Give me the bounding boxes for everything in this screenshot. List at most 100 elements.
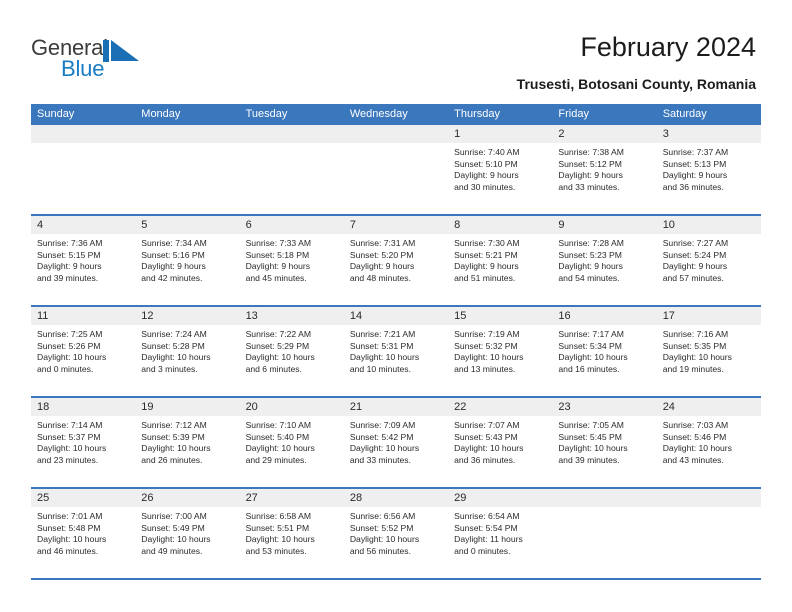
- daylight-text-line1: Daylight: 11 hours: [454, 534, 523, 545]
- sunset-text: Sunset: 5:42 PM: [349, 431, 414, 442]
- daylight-text-line1: Daylight: 10 hours: [37, 443, 107, 454]
- sunrise-text: Sunrise: 7:16 AM: [662, 329, 729, 339]
- daylight-text-line1: Daylight: 9 hours: [454, 261, 519, 272]
- calendar-day-cell[interactable]: 24 Sunrise: 7:03 AM Sunset: 5:46 PM Dayligh…: [656, 398, 761, 487]
- day-number: 12: [135, 307, 240, 325]
- sunrise-text: Sunrise: 7:37 AM: [662, 147, 729, 157]
- sunset-text: Sunset: 5:43 PM: [454, 431, 518, 442]
- day-details: Sunrise: 7:03 AM Sunset: 5:46 PM Daylight:…: [657, 416, 761, 467]
- day-number: 10: [656, 216, 761, 234]
- daylight-text-line1: Daylight: 10 hours: [245, 352, 315, 363]
- sunset-text: Sunset: 5:10 PM: [454, 158, 518, 169]
- calendar-day-cell[interactable]: 18 Sunrise: 7:14 AM Sunset: 5:37 PM Dayligh…: [31, 398, 136, 487]
- calendar-day-cell[interactable]: 22 Sunrise: 7:07 AM Sunset: 5:43 PM Dayligh…: [448, 398, 553, 487]
- daylight-text-line1: Daylight: 9 hours: [662, 170, 728, 181]
- sunrise-text: Sunrise: 7:24 AM: [141, 329, 207, 339]
- calendar-day-cell[interactable]: 26 Sunrise: 7:00 AM Sunset: 5:49 PM Dayligh…: [135, 489, 240, 578]
- day-details: Sunrise: 7:27 AM Sunset: 5:24 PM Daylight:…: [657, 234, 761, 285]
- day-details: Sunrise: 7:34 AM Sunset: 5:16 PM Daylight:…: [135, 234, 239, 285]
- day-number: 9: [552, 216, 657, 234]
- day-details: Sunrise: 7:24 AM Sunset: 5:28 PM Daylight:…: [135, 325, 239, 376]
- weekday-header-tuesday: Tuesday: [245, 108, 288, 120]
- sunrise-text: Sunrise: 7:33 AM: [245, 238, 312, 248]
- weekday-header-thursday: Thursday: [454, 108, 500, 120]
- calendar-day-cell[interactable]: 2 Sunrise: 7:38 AM Sunset: 5:12 PM Daylight…: [552, 125, 657, 214]
- daylight-text-line1: Daylight: 10 hours: [558, 352, 628, 363]
- calendar-day-cell[interactable]: 15 Sunrise: 7:19 AM Sunset: 5:32 PM Dayligh…: [448, 307, 553, 396]
- sunset-text: Sunset: 5:48 PM: [37, 522, 101, 533]
- day-number: 24: [656, 398, 761, 416]
- sunset-text: Sunset: 5:12 PM: [558, 158, 622, 169]
- sunset-text: Sunset: 5:51 PM: [245, 522, 310, 533]
- calendar-day-cell[interactable]: 28 Sunrise: 6:56 AM Sunset: 5:52 PM Dayligh…: [343, 489, 449, 578]
- calendar-day-cell[interactable]: 14 Sunrise: 7:21 AM Sunset: 5:31 PM Dayligh…: [343, 307, 449, 396]
- daylight-text-line2: and 29 minutes.: [245, 455, 307, 466]
- sunset-text: Sunset: 5:45 PM: [558, 431, 622, 442]
- daylight-text-line2: and 10 minutes.: [349, 364, 411, 375]
- calendar-day-cell[interactable]: 29 Sunrise: 6:54 AM Sunset: 5:54 PM Dayligh…: [448, 489, 553, 578]
- weekday-header-monday: Monday: [141, 108, 181, 120]
- daylight-text-line1: Daylight: 10 hours: [37, 534, 107, 545]
- daylight-text-line1: Daylight: 10 hours: [245, 534, 315, 545]
- day-number: 7: [343, 216, 449, 234]
- calendar-day-cell[interactable]: 3 Sunrise: 7:37 AM Sunset: 5:13 PM Daylight…: [656, 125, 761, 214]
- day-number: 1: [448, 125, 553, 143]
- daylight-text-line2: and 48 minutes.: [349, 273, 411, 284]
- daylight-text-line2: and 57 minutes.: [662, 273, 724, 284]
- day-details: Sunrise: 7:19 AM Sunset: 5:32 PM Daylight:…: [448, 325, 552, 376]
- sunrise-text: Sunrise: 7:30 AM: [454, 238, 520, 248]
- sunset-text: Sunset: 5:21 PM: [454, 249, 518, 260]
- calendar-day-cell[interactable]: 25 Sunrise: 7:01 AM Sunset: 5:48 PM Dayligh…: [31, 489, 136, 578]
- sunset-text: Sunset: 5:49 PM: [141, 522, 205, 533]
- day-details: Sunrise: 7:38 AM Sunset: 5:12 PM Daylight:…: [552, 143, 656, 194]
- day-number: 18: [31, 398, 136, 416]
- calendar-weeks: 1 Sunrise: 7:40 AM Sunset: 5:10 PM Daylight…: [31, 125, 761, 580]
- calendar-day-cell-empty: [552, 489, 657, 578]
- sunrise-text: Sunrise: 7:38 AM: [558, 147, 624, 157]
- daylight-text-line2: and 0 minutes.: [454, 546, 511, 557]
- calendar-day-cell[interactable]: 5 Sunrise: 7:34 AM Sunset: 5:16 PM Daylight…: [135, 216, 240, 305]
- calendar-day-cell[interactable]: 16 Sunrise: 7:17 AM Sunset: 5:34 PM Dayligh…: [552, 307, 657, 396]
- calendar-day-cell[interactable]: 9 Sunrise: 7:28 AM Sunset: 5:23 PM Daylight…: [552, 216, 657, 305]
- sunset-text: Sunset: 5:26 PM: [37, 340, 101, 351]
- day-number: 17: [656, 307, 761, 325]
- calendar-week-row: 11 Sunrise: 7:25 AM Sunset: 5:26 PM Dayligh…: [31, 307, 761, 398]
- calendar-day-cell[interactable]: 7 Sunrise: 7:31 AM Sunset: 5:20 PM Daylight…: [343, 216, 449, 305]
- day-number: 6: [239, 216, 344, 234]
- weekday-header-sunday: Sunday: [37, 108, 75, 120]
- daylight-text-line1: Daylight: 10 hours: [662, 443, 732, 454]
- calendar-day-cell[interactable]: 10 Sunrise: 7:27 AM Sunset: 5:24 PM Dayligh…: [656, 216, 761, 305]
- calendar-day-cell[interactable]: 20 Sunrise: 7:10 AM Sunset: 5:40 PM Dayligh…: [239, 398, 344, 487]
- general-blue-logo[interactable]: General Blue: [31, 36, 231, 92]
- calendar-day-cell[interactable]: 21 Sunrise: 7:09 AM Sunset: 5:42 PM Dayligh…: [343, 398, 449, 487]
- calendar-day-cell[interactable]: 17 Sunrise: 7:16 AM Sunset: 5:35 PM Dayligh…: [656, 307, 761, 396]
- day-details: Sunrise: 7:33 AM Sunset: 5:18 PM Daylight:…: [240, 234, 344, 285]
- daylight-text-line1: Daylight: 10 hours: [454, 443, 524, 454]
- calendar-day-cell[interactable]: 23 Sunrise: 7:05 AM Sunset: 5:45 PM Dayligh…: [552, 398, 657, 487]
- day-number: 28: [343, 489, 449, 507]
- calendar-day-cell[interactable]: 12 Sunrise: 7:24 AM Sunset: 5:28 PM Dayligh…: [135, 307, 240, 396]
- day-details: Sunrise: 6:56 AM Sunset: 5:52 PM Daylight:…: [344, 507, 448, 558]
- calendar-day-cell[interactable]: 4 Sunrise: 7:36 AM Sunset: 5:15 PM Daylight…: [31, 216, 136, 305]
- daylight-text-line1: Daylight: 10 hours: [662, 352, 732, 363]
- calendar-day-cell[interactable]: 19 Sunrise: 7:12 AM Sunset: 5:39 PM Dayligh…: [135, 398, 240, 487]
- calendar-day-cell[interactable]: 8 Sunrise: 7:30 AM Sunset: 5:21 PM Daylight…: [448, 216, 553, 305]
- sunset-text: Sunset: 5:28 PM: [141, 340, 205, 351]
- day-details: Sunrise: 7:14 AM Sunset: 5:37 PM Daylight:…: [31, 416, 135, 467]
- day-number: [31, 125, 136, 143]
- calendar-day-cell[interactable]: 11 Sunrise: 7:25 AM Sunset: 5:26 PM Dayligh…: [31, 307, 136, 396]
- sunrise-text: Sunrise: 7:21 AM: [349, 329, 416, 339]
- daylight-text-line2: and 56 minutes.: [349, 546, 411, 557]
- calendar-day-cell[interactable]: 1 Sunrise: 7:40 AM Sunset: 5:10 PM Daylight…: [448, 125, 553, 214]
- calendar-table: Sunday Monday Tuesday Wednesday Thursday…: [31, 104, 761, 580]
- calendar-day-cell[interactable]: 6 Sunrise: 7:33 AM Sunset: 5:18 PM Daylight…: [239, 216, 344, 305]
- sunset-text: Sunset: 5:54 PM: [454, 522, 518, 533]
- sunrise-text: Sunrise: 7:00 AM: [141, 511, 207, 521]
- daylight-text-line2: and 23 minutes.: [37, 455, 99, 466]
- day-number: 15: [448, 307, 553, 325]
- day-details: Sunrise: 7:10 AM Sunset: 5:40 PM Daylight:…: [240, 416, 344, 467]
- calendar-day-cell[interactable]: 13 Sunrise: 7:22 AM Sunset: 5:29 PM Dayligh…: [239, 307, 344, 396]
- calendar-day-cell[interactable]: 27 Sunrise: 6:58 AM Sunset: 5:51 PM Dayligh…: [239, 489, 344, 578]
- sunrise-text: Sunrise: 6:56 AM: [349, 511, 416, 521]
- calendar-day-cell-empty: [239, 125, 344, 214]
